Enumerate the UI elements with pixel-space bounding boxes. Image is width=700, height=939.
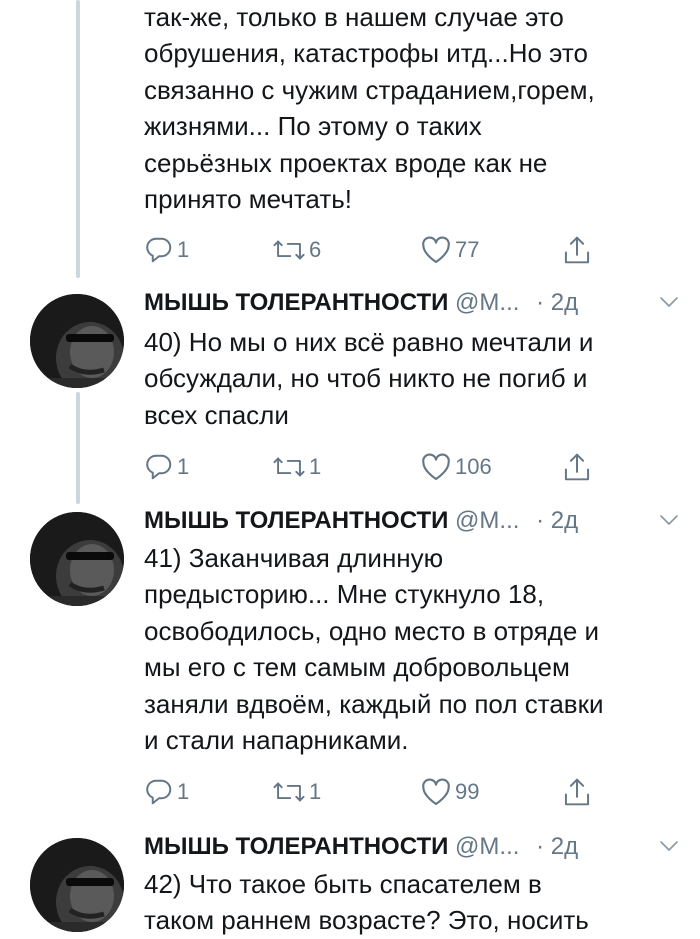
tweet-text: так-же, только в нашем случае это обруше… xyxy=(144,2,595,215)
author-handle[interactable]: @М... xyxy=(455,289,519,316)
reply-count: 1 xyxy=(177,454,190,479)
retweet-icon xyxy=(273,240,305,260)
retweet-count: 1 xyxy=(309,779,322,804)
tweet-text: 40) Но мы о них всё равно мечтали и обсу… xyxy=(144,327,594,430)
share-button[interactable] xyxy=(562,774,592,810)
tweet-time: · 2д xyxy=(536,833,579,860)
like-button[interactable]: 77 xyxy=(420,232,479,268)
chevron-down-icon[interactable] xyxy=(658,292,680,312)
retweet-button[interactable]: 1 xyxy=(272,449,321,485)
tweet-text: 41) Заканчивая длинную предысторию... Мн… xyxy=(144,543,604,756)
retweet-icon xyxy=(273,782,305,802)
retweet-button[interactable]: 6 xyxy=(272,232,321,268)
tweet-text: 42) Что такое быть спасателем в таком ра… xyxy=(144,869,589,936)
like-icon xyxy=(422,453,450,481)
like-button[interactable]: 106 xyxy=(420,449,492,485)
tweet-actions: 1 1 106 xyxy=(144,449,604,485)
author-name[interactable]: МЫШЬ ТОЛЕРАНТНОСТИ xyxy=(144,289,448,316)
tweet-time: · 2д xyxy=(536,507,579,534)
author-name[interactable]: МЫШЬ ТОЛЕРАНТНОСТИ xyxy=(144,507,448,534)
like-count: 106 xyxy=(455,454,492,479)
author-handle[interactable]: @М... xyxy=(455,507,519,534)
tweet-header: МЫШЬ ТОЛЕРАНТНОСТИ @М... · 2д xyxy=(144,504,680,538)
share-icon xyxy=(564,453,590,481)
reply-icon xyxy=(146,779,172,805)
reply-button[interactable]: 1 xyxy=(144,232,189,268)
avatar[interactable] xyxy=(30,294,124,388)
chevron-down-icon[interactable] xyxy=(658,510,680,530)
retweet-count: 6 xyxy=(309,237,322,262)
like-count: 77 xyxy=(455,237,480,262)
like-icon xyxy=(422,236,450,264)
share-icon xyxy=(564,236,590,264)
like-button[interactable]: 99 xyxy=(420,774,479,810)
tweet-time: · 2д xyxy=(536,289,579,316)
tweet-actions: 1 6 77 xyxy=(144,232,604,268)
like-count: 99 xyxy=(455,779,480,804)
author-handle[interactable]: @М... xyxy=(455,833,519,860)
thread-line xyxy=(76,392,80,504)
share-button[interactable] xyxy=(562,232,592,268)
thread-line xyxy=(76,0,80,278)
tweet-actions: 1 1 99 xyxy=(144,774,604,810)
reply-count: 1 xyxy=(177,237,190,262)
chevron-down-icon[interactable] xyxy=(658,836,680,856)
reply-icon xyxy=(146,237,172,263)
retweet-count: 1 xyxy=(309,454,322,479)
tweet-header: МЫШЬ ТОЛЕРАНТНОСТИ @М... · 2д xyxy=(144,286,680,320)
avatar[interactable] xyxy=(30,512,124,606)
retweet-icon xyxy=(273,457,305,477)
reply-button[interactable]: 1 xyxy=(144,449,189,485)
reply-icon xyxy=(146,454,172,480)
reply-button[interactable]: 1 xyxy=(144,774,189,810)
author-name[interactable]: МЫШЬ ТОЛЕРАНТНОСТИ xyxy=(144,833,448,860)
avatar[interactable] xyxy=(30,838,124,932)
reply-count: 1 xyxy=(177,779,190,804)
retweet-button[interactable]: 1 xyxy=(272,774,321,810)
share-icon xyxy=(564,778,590,806)
tweet-header: МЫШЬ ТОЛЕРАНТНОСТИ @М... · 2д xyxy=(144,830,680,864)
share-button[interactable] xyxy=(562,449,592,485)
like-icon xyxy=(422,778,450,806)
